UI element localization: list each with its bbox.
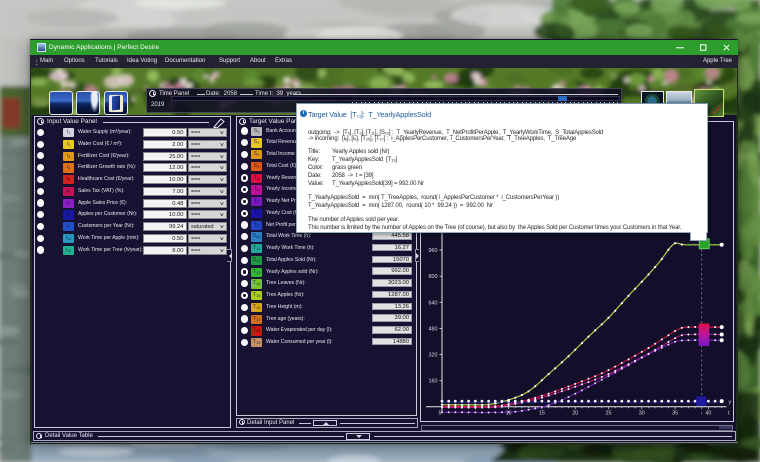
- svg-text:800: 800: [429, 274, 438, 280]
- svg-text:20: 20: [572, 411, 578, 417]
- svg-text:15: 15: [539, 411, 545, 417]
- svg-text:t: t: [728, 411, 730, 417]
- svg-text:160: 160: [429, 379, 438, 385]
- svg-text:35: 35: [672, 411, 678, 417]
- svg-text:960: 960: [429, 248, 438, 254]
- svg-text:30: 30: [639, 411, 645, 417]
- svg-text:25: 25: [606, 411, 612, 417]
- svg-text:5: 5: [439, 411, 442, 417]
- svg-text:320: 320: [429, 353, 438, 359]
- svg-text:y: y: [729, 400, 732, 406]
- svg-text:480: 480: [429, 326, 438, 332]
- svg-text:40: 40: [705, 411, 711, 417]
- svg-text:640: 640: [429, 300, 438, 306]
